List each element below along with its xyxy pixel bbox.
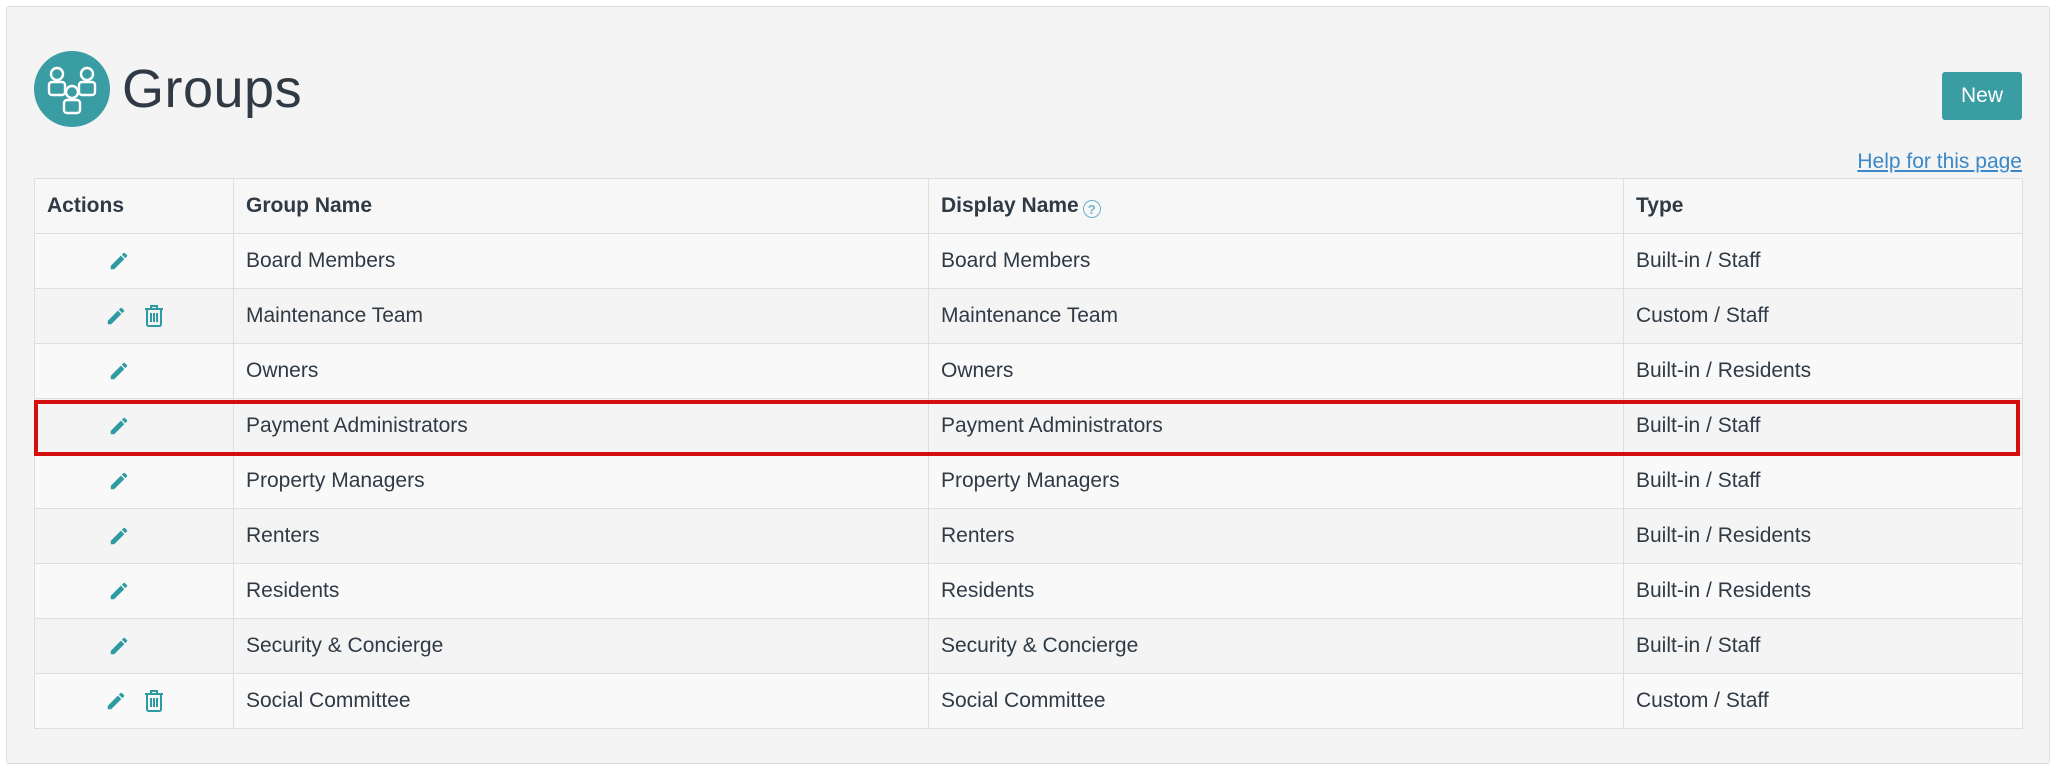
row-actions — [47, 415, 221, 437]
row-actions — [47, 470, 221, 492]
type-cell: Built-in / Residents — [1623, 343, 2023, 399]
display-name-cell: Board Members — [928, 233, 1624, 289]
display-name-cell: Maintenance Team — [928, 288, 1624, 344]
actions-cell — [34, 618, 234, 674]
group-name-cell[interactable]: Residents — [233, 563, 929, 619]
group-name-cell[interactable]: Renters — [233, 508, 929, 564]
group-name-cell[interactable]: Property Managers — [233, 453, 929, 509]
column-header-actions: Actions — [34, 178, 234, 234]
edit-icon[interactable] — [108, 635, 130, 657]
table-row: Residents Residents Built-in / Residents — [34, 563, 2023, 619]
table-row: Renters Renters Built-in / Residents — [34, 508, 2023, 564]
page-title: Groups — [122, 59, 303, 119]
actions-cell — [34, 563, 234, 619]
table-row: Payment Administrators Payment Administra… — [34, 398, 2023, 454]
column-header-display-name[interactable]: Display Name? — [928, 178, 1624, 234]
table-header-row: Actions Group Name Display Name? Type — [34, 178, 2023, 234]
type-cell: Custom / Staff — [1623, 288, 2023, 344]
group-name-cell[interactable]: Maintenance Team — [233, 288, 929, 344]
type-cell: Built-in / Staff — [1623, 233, 2023, 289]
display-name-label: Display Name — [941, 193, 1079, 217]
row-actions — [47, 689, 221, 713]
new-group-button[interactable]: New — [1942, 72, 2022, 120]
display-name-cell: Property Managers — [928, 453, 1624, 509]
row-actions — [47, 250, 221, 272]
type-cell: Custom / Staff — [1623, 673, 2023, 729]
row-actions — [47, 525, 221, 547]
group-name-cell[interactable]: Owners — [233, 343, 929, 399]
edit-icon[interactable] — [105, 305, 127, 327]
group-name-cell[interactable]: Payment Administrators — [233, 398, 929, 454]
actions-cell — [34, 398, 234, 454]
type-cell: Built-in / Staff — [1623, 398, 2023, 454]
display-name-cell: Payment Administrators — [928, 398, 1624, 454]
type-cell: Built-in / Residents — [1623, 563, 2023, 619]
edit-icon[interactable] — [108, 525, 130, 547]
group-name-cell[interactable]: Board Members — [233, 233, 929, 289]
table-row: Security & Concierge Security & Concierge… — [34, 618, 2023, 674]
row-actions — [47, 635, 221, 657]
edit-icon[interactable] — [108, 415, 130, 437]
edit-icon[interactable] — [108, 470, 130, 492]
edit-icon[interactable] — [108, 250, 130, 272]
display-name-cell: Owners — [928, 343, 1624, 399]
actions-cell — [34, 453, 234, 509]
help-question-icon[interactable]: ? — [1082, 200, 1101, 219]
table-row: Social Committee Social Committee Custom /… — [34, 673, 2023, 729]
edit-icon[interactable] — [105, 690, 127, 712]
page-header: Groups — [34, 50, 302, 128]
row-actions — [47, 360, 221, 382]
actions-cell — [34, 508, 234, 564]
type-cell: Built-in / Staff — [1623, 453, 2023, 509]
type-cell: Built-in / Residents — [1623, 508, 2023, 564]
groups-table: Actions Group Name Display Name? Type Bo… — [34, 178, 2023, 729]
group-name-cell[interactable]: Security & Concierge — [233, 618, 929, 674]
help-link[interactable]: Help for this page — [1857, 150, 2022, 174]
edit-icon[interactable] — [108, 360, 130, 382]
display-name-cell: Social Committee — [928, 673, 1624, 729]
actions-cell — [34, 288, 234, 344]
column-header-group-name[interactable]: Group Name — [233, 178, 929, 234]
column-header-type[interactable]: Type — [1623, 178, 2023, 234]
display-name-cell: Residents — [928, 563, 1624, 619]
type-cell: Built-in / Staff — [1623, 618, 2023, 674]
actions-cell — [34, 343, 234, 399]
table-row: Owners Owners Built-in / Residents — [34, 343, 2023, 399]
display-name-cell: Security & Concierge — [928, 618, 1624, 674]
actions-cell — [34, 673, 234, 729]
table-row: Board Members Board Members Built-in / Sta… — [34, 233, 2023, 289]
edit-icon[interactable] — [108, 580, 130, 602]
row-actions — [47, 304, 221, 328]
table-row: Property Managers Property Managers Built-… — [34, 453, 2023, 509]
groups-icon — [34, 51, 110, 127]
table-row: Maintenance Team Maintenance Team Custom /… — [34, 288, 2023, 344]
row-actions — [47, 580, 221, 602]
actions-cell — [34, 233, 234, 289]
trash-icon[interactable] — [143, 304, 165, 328]
display-name-cell: Renters — [928, 508, 1624, 564]
trash-icon[interactable] — [143, 689, 165, 713]
group-name-cell[interactable]: Social Committee — [233, 673, 929, 729]
